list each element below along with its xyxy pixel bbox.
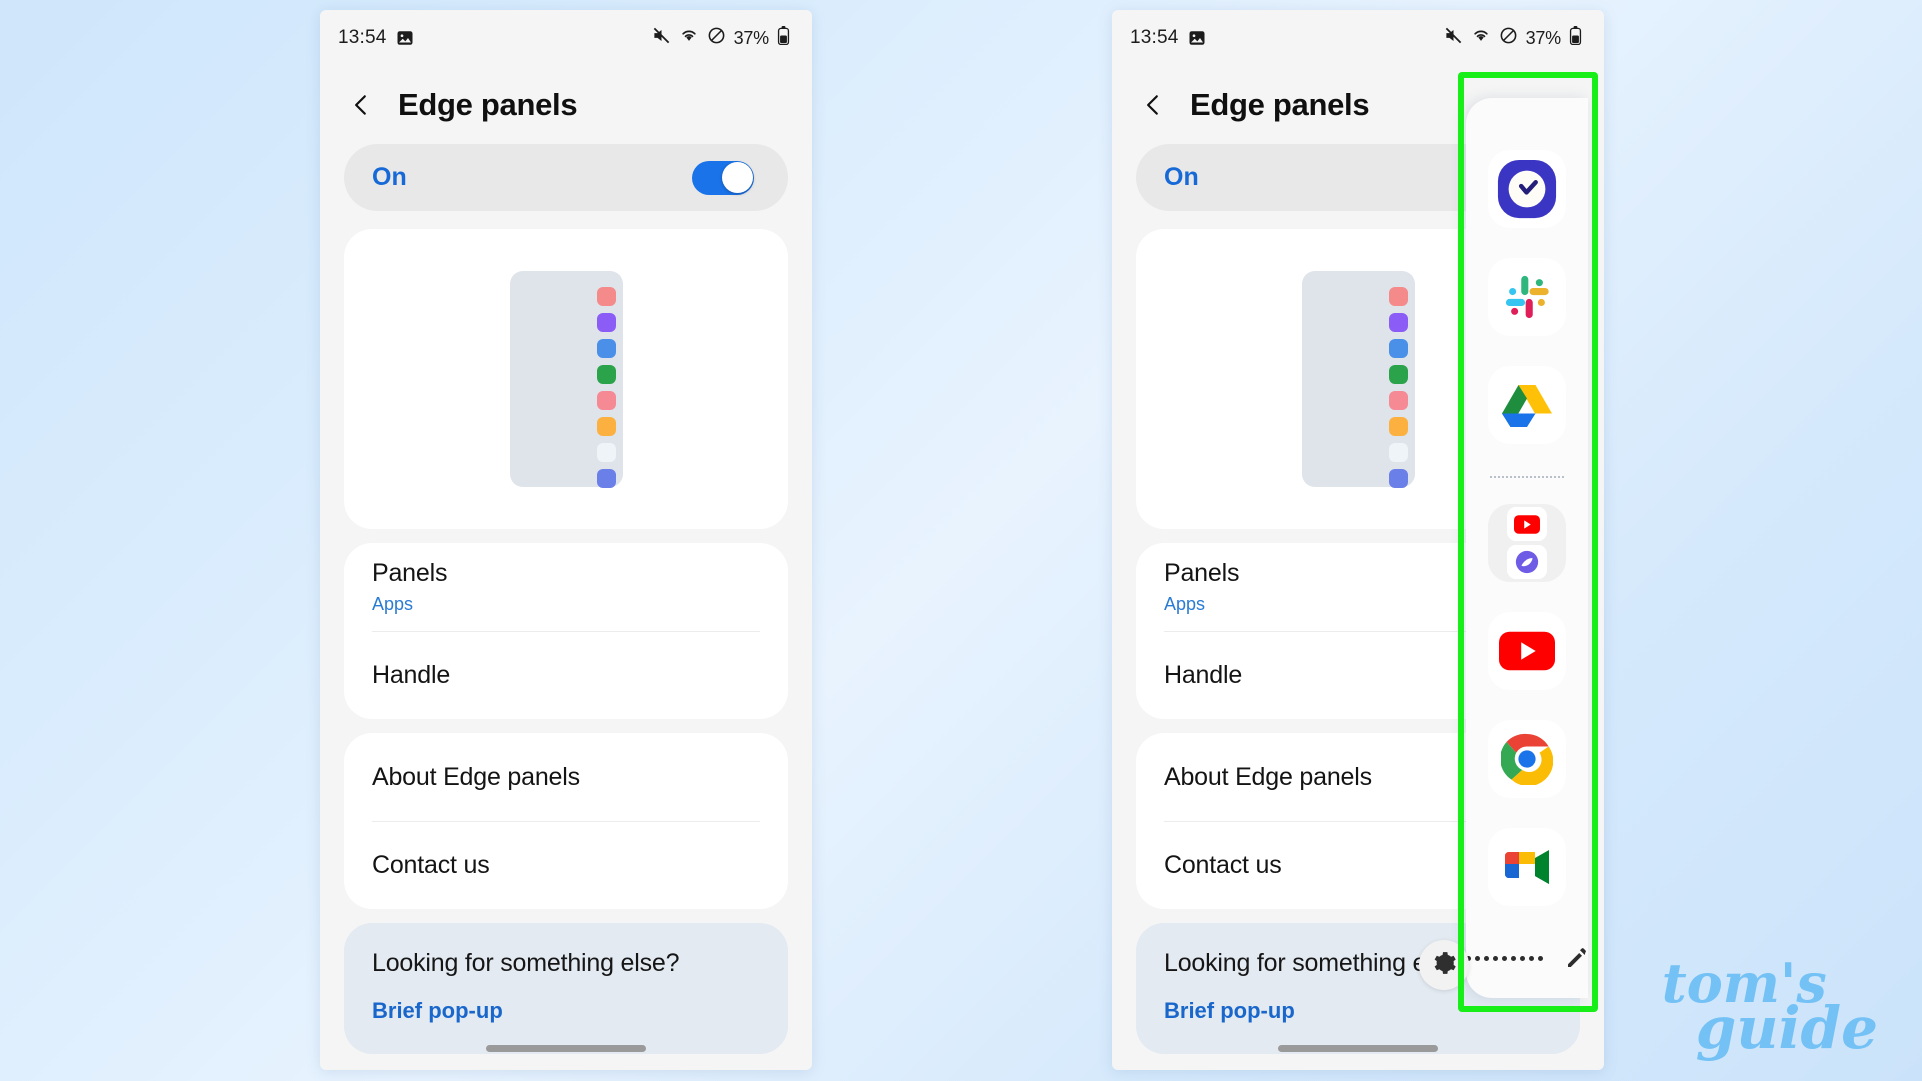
status-bar: 13:54 37%	[320, 10, 812, 66]
gear-icon	[1431, 950, 1457, 981]
wifi-icon	[679, 25, 699, 51]
row-handle[interactable]: Handle	[344, 631, 788, 719]
row-subtitle: Apps	[372, 594, 414, 614]
settings-content: On Panels Apps Handle About Edge panels …	[320, 144, 812, 1054]
status-icons: 37%	[1444, 25, 1582, 51]
phone-screenshot-left: 13:54 37% Edge panels On Panels Apps Han…	[320, 10, 812, 1070]
page-title: Edge panels	[1190, 87, 1370, 122]
preview-phone-outline	[1301, 271, 1415, 488]
status-time: 13:54	[338, 27, 387, 48]
preview-dot-list	[1388, 287, 1408, 488]
battery-percent: 37%	[1525, 27, 1562, 48]
back-chevron-icon[interactable]	[1140, 92, 1166, 118]
watermark: tom's guide	[1662, 956, 1878, 1063]
row-panels[interactable]: Panels Apps	[344, 543, 788, 631]
edge-panel-highlight-box	[1458, 72, 1598, 1012]
row-title: About Edge panels	[372, 762, 580, 791]
status-icons: 37%	[652, 25, 790, 51]
row-contact-us[interactable]: Contact us	[344, 821, 788, 909]
home-indicator	[486, 1045, 646, 1052]
mute-icon	[1444, 26, 1463, 51]
promo-title: Looking for something else?	[372, 949, 680, 977]
switch-knob	[721, 162, 753, 193]
picture-icon	[1188, 29, 1206, 47]
battery-icon	[1569, 25, 1582, 51]
battery-icon	[777, 25, 790, 51]
row-title: Contact us	[372, 850, 490, 879]
row-about-edge-panels[interactable]: About Edge panels	[344, 733, 788, 821]
do-not-disturb-icon	[1499, 26, 1518, 51]
page-title: Edge panels	[398, 87, 578, 122]
preview-phone-outline	[509, 271, 623, 488]
row-title: Panels	[372, 559, 448, 587]
brief-popup-link[interactable]: Brief pop-up	[372, 998, 760, 1024]
row-title: Handle	[372, 660, 451, 689]
app-bar: Edge panels	[320, 66, 812, 144]
wifi-icon	[1471, 25, 1491, 51]
picture-icon	[396, 29, 414, 47]
preview-dot-list	[596, 287, 616, 488]
home-indicator	[1278, 1045, 1438, 1052]
do-not-disturb-icon	[707, 26, 726, 51]
status-time: 13:54	[1130, 27, 1179, 48]
looking-for-something-else-card: Looking for something else? Brief pop-up	[344, 923, 788, 1054]
edge-panels-switch[interactable]	[692, 160, 754, 195]
battery-percent: 37%	[733, 27, 770, 48]
mute-icon	[652, 26, 671, 51]
edge-panel-preview-card	[344, 229, 788, 529]
watermark-line-2: guide	[1695, 994, 1878, 1063]
toggle-state-label: On	[372, 163, 407, 191]
settings-group-info: About Edge panels Contact us	[344, 733, 788, 909]
status-bar: 13:54 37%	[1112, 10, 1604, 66]
toggle-state-label: On	[1164, 163, 1199, 191]
back-chevron-icon[interactable]	[348, 92, 374, 118]
settings-group-panels: Panels Apps Handle	[344, 543, 788, 719]
edge-panels-toggle-row[interactable]: On	[344, 144, 788, 211]
